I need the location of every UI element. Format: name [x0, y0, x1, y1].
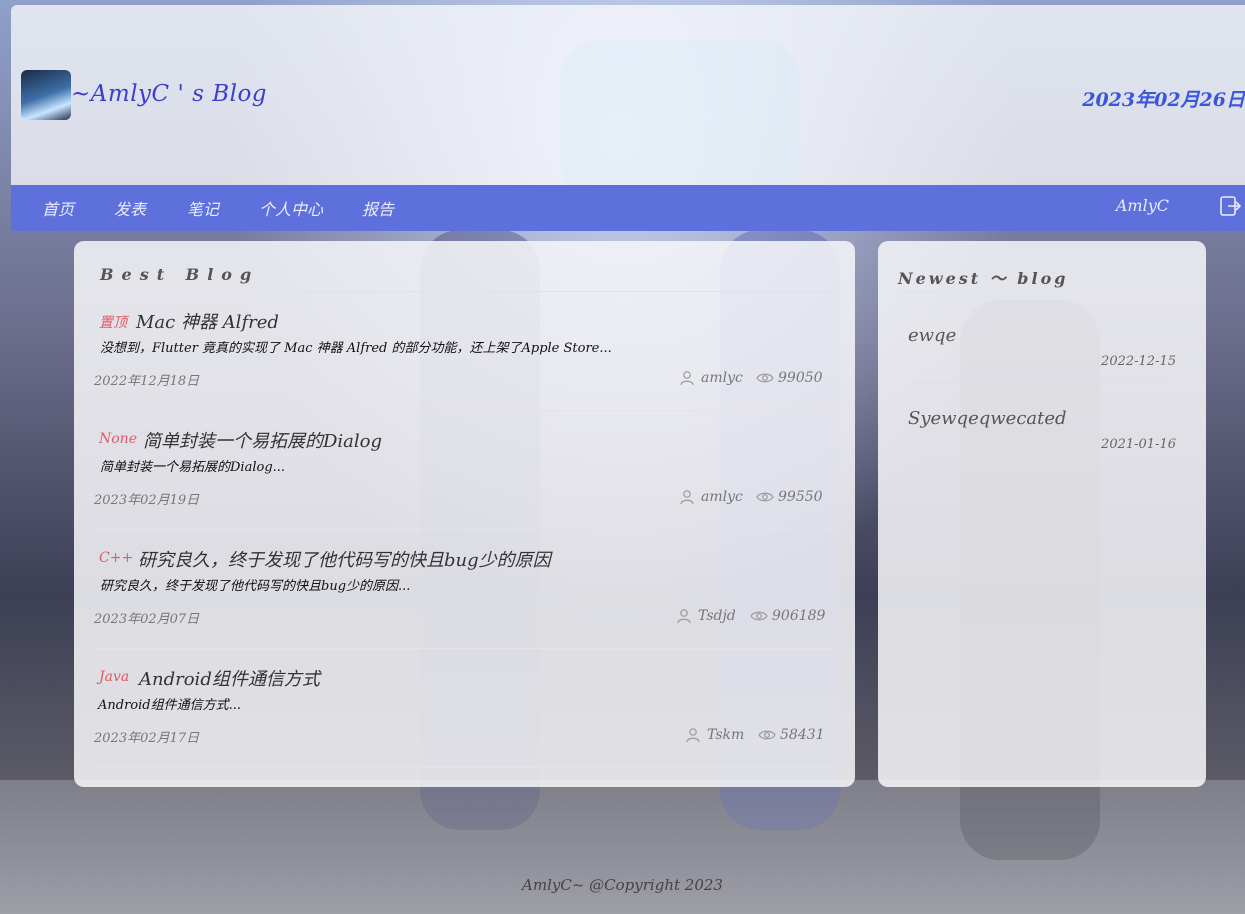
footer-copyright: AmlyC~ @Copyright 2023	[522, 876, 723, 894]
post-excerpt: Android组件通信方式...	[98, 698, 242, 713]
post-excerpt: 研究良久，终于发现了他代码写的快且bug少的原因...	[100, 579, 411, 594]
newest-item[interactable]: Syewqeqwecated 2021-01-16	[898, 384, 1176, 467]
newest-item-date: 2021-01-16	[1101, 437, 1176, 452]
post-author[interactable]: amlyc	[701, 489, 743, 505]
eye-icon	[756, 373, 774, 383]
newest-title: Newest ～ blog	[898, 269, 1069, 288]
newest-item[interactable]: ewqe 2022-12-15	[898, 301, 1176, 384]
best-blog-panel: Best Blog 置顶 Mac 神器 Alfred 没想到，Flutter 竟…	[74, 241, 855, 787]
blog-post[interactable]: None 简单封装一个易拓展的Dialog 简单封装一个易拓展的Dialog..…	[94, 411, 834, 530]
nav-item-profile[interactable]: 个人中心	[259, 196, 323, 220]
newest-item-title[interactable]: Syewqeqwecated	[908, 408, 1067, 429]
user-icon	[686, 728, 700, 743]
user-icon	[677, 609, 691, 624]
divider	[94, 767, 834, 768]
post-excerpt: 没想到，Flutter 竟真的实现了 Mac 神器 Alfred 的部分功能，还…	[100, 341, 612, 356]
post-date: 2023年02月19日	[94, 493, 200, 508]
post-excerpt: 简单封装一个易拓展的Dialog...	[100, 460, 286, 475]
eye-icon	[750, 611, 768, 621]
divider	[898, 291, 1186, 292]
post-tag: Java	[99, 669, 130, 685]
nav-username[interactable]: AmlyC	[1116, 196, 1169, 215]
post-title[interactable]: 研究良久，终于发现了他代码写的快且bug少的原因	[138, 546, 551, 572]
post-date: 2022年12月18日	[94, 374, 200, 389]
post-title[interactable]: Android组件通信方式	[139, 665, 320, 691]
post-title[interactable]: 简单封装一个易拓展的Dialog	[143, 427, 382, 453]
post-views: 58431	[780, 727, 825, 743]
post-date: 2023年02月07日	[94, 612, 200, 627]
nav-item-publish[interactable]: 发表	[114, 196, 146, 220]
post-title[interactable]: Mac 神器 Alfred	[136, 308, 279, 334]
site-title[interactable]: ~AmlyC ' s Blog	[71, 81, 267, 107]
post-views: 99550	[778, 489, 823, 505]
newest-blog-panel: Newest ～ blog ewqe 2022-12-15 Syewqeqwec…	[878, 241, 1206, 787]
post-author[interactable]: Tskm	[707, 727, 744, 743]
user-icon	[680, 371, 694, 386]
post-tag: 置顶	[99, 315, 127, 331]
nav-item-notes[interactable]: 笔记	[187, 196, 219, 220]
post-views: 99050	[778, 370, 823, 386]
current-date: 2023年02月26日	[1082, 89, 1245, 111]
post-author[interactable]: Tsdjd	[698, 608, 736, 624]
blog-post[interactable]: 置顶 Mac 神器 Alfred 没想到，Flutter 竟真的实现了 Mac …	[94, 292, 834, 411]
user-icon	[680, 490, 694, 505]
nav-item-home[interactable]: 首页	[42, 196, 74, 220]
main-nav: 首页 发表 笔记 个人中心 报告 AmlyC	[11, 185, 1245, 231]
divider	[908, 466, 1170, 467]
best-blog-title: Best Blog	[100, 265, 260, 284]
eye-icon	[758, 730, 776, 740]
newest-item-date: 2022-12-15	[1101, 354, 1176, 369]
blog-post[interactable]: Java Android组件通信方式 Android组件通信方式... 2023…	[94, 649, 834, 768]
post-tag: C++	[99, 550, 134, 566]
logo-image[interactable]	[21, 70, 71, 120]
site-header: ~AmlyC ' s Blog 2023年02月26日	[11, 5, 1245, 185]
post-views: 906189	[772, 608, 826, 624]
post-tag: None	[99, 431, 137, 447]
post-author[interactable]: amlyc	[701, 370, 743, 386]
logout-icon[interactable]	[1219, 195, 1241, 217]
newest-item-title[interactable]: ewqe	[908, 325, 956, 346]
eye-icon	[756, 492, 774, 502]
blog-post[interactable]: C++ 研究良久，终于发现了他代码写的快且bug少的原因 研究良久，终于发现了他…	[94, 530, 834, 649]
post-date: 2023年02月17日	[94, 731, 200, 746]
nav-item-report[interactable]: 报告	[362, 196, 394, 220]
